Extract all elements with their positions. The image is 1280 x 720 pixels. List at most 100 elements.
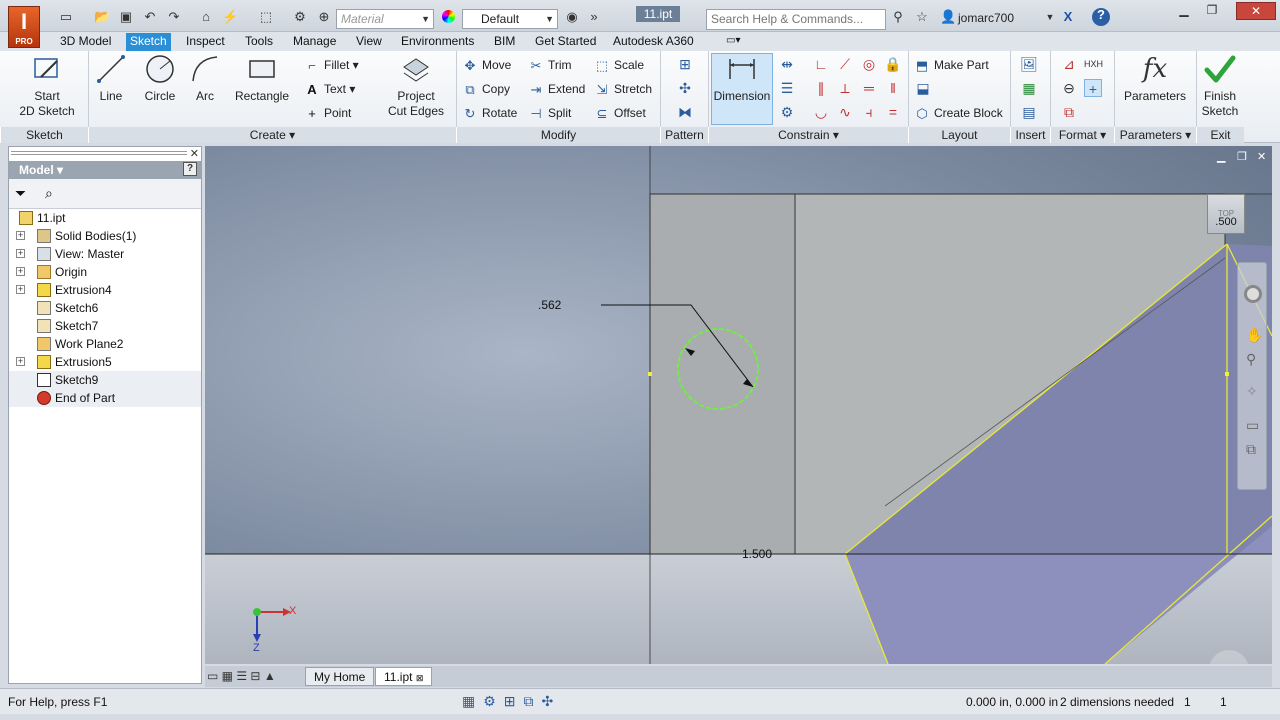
minimize-window-icon[interactable]: ▁ <box>1170 2 1198 20</box>
open-file-icon[interactable]: 📂 <box>94 10 110 24</box>
graphics-viewport[interactable]: .562 1.500 TOP .500 ▁ ❐ ✕ ✋ ⚲ ✧ ▭ ⧉ X Z <box>205 146 1272 664</box>
application-menu-button[interactable]: I PRO <box>8 6 40 48</box>
parameters-button[interactable]: fx Parameters <box>1122 53 1188 104</box>
tab-3d-model[interactable]: 3D Model <box>56 33 115 51</box>
split-button[interactable]: ⊣ Split <box>528 103 571 123</box>
help-icon[interactable]: ? <box>1092 8 1110 26</box>
steering-wheel-icon[interactable] <box>1244 285 1262 303</box>
tab-sketch[interactable]: Sketch <box>126 33 171 51</box>
search-input[interactable]: Search Help & Commands... <box>706 9 886 30</box>
ribbon-options-icon[interactable]: ▭▾ <box>722 33 744 51</box>
close-tab-icon[interactable]: ⊠ <box>416 673 424 683</box>
symmetric-constraint-icon[interactable]: ⫞ <box>860 103 878 121</box>
rectangular-pattern-icon[interactable]: ⊞ <box>676 55 694 73</box>
rotate-button[interactable]: ↻ Rotate <box>462 103 518 123</box>
tab-environments[interactable]: Environments <box>397 33 478 51</box>
tree-node-extrusion4[interactable]: + Extrusion4 <box>9 281 201 299</box>
expand-icon[interactable]: + <box>16 249 25 258</box>
acad-import-icon[interactable]: ▤ <box>1020 103 1038 121</box>
more-tools-icon[interactable]: » <box>586 10 602 24</box>
user-name[interactable]: jomarc700 <box>958 11 1014 25</box>
vertical-constraint-icon[interactable]: ‖ <box>884 79 902 97</box>
concentric-constraint-icon[interactable]: ◎ <box>860 55 878 73</box>
centerline-icon[interactable]: ⊖ <box>1060 79 1078 97</box>
expand-icon[interactable]: + <box>16 285 25 294</box>
panel-grip[interactable] <box>11 151 187 155</box>
group-label-insert[interactable]: Insert <box>1010 127 1050 143</box>
undo-icon[interactable]: ↶ <box>142 10 158 24</box>
viewport-restore-icon[interactable]: ❐ <box>1237 150 1247 163</box>
rectangle-button[interactable]: Rectangle <box>232 53 292 104</box>
make-part-button[interactable]: ⬒ Make Part <box>914 55 989 75</box>
tangent-constraint-icon[interactable]: ◡ <box>812 103 830 121</box>
format-dimension-icon[interactable]: HXH <box>1084 55 1103 73</box>
expand-icon[interactable]: + <box>16 267 25 276</box>
horizontal-dimension-label[interactable]: 1.500 <box>742 547 772 561</box>
save-icon[interactable]: ▣ <box>118 10 134 24</box>
tab-inspect[interactable]: Inspect <box>182 33 229 51</box>
appearance-dropdown[interactable]: Default ▼ <box>462 9 558 29</box>
create-block-button[interactable]: ⬡ Create Block <box>914 103 1002 123</box>
tile-views-icons[interactable]: ▭ ▦ ☰ ⊟ ▲ <box>207 669 276 683</box>
tree-root[interactable]: 11.ipt <box>9 209 201 227</box>
group-label-pattern[interactable]: Pattern <box>660 127 708 143</box>
fillet-button[interactable]: ⌐ Fillet ▾ <box>304 55 359 75</box>
measure-icon[interactable]: ⊕ <box>316 10 332 24</box>
finish-sketch-button[interactable]: Finish Sketch <box>1200 53 1240 119</box>
tree-node-sketch6[interactable]: Sketch6 <box>9 299 201 317</box>
point-button[interactable]: + Point <box>304 103 351 123</box>
group-label-constrain[interactable]: Constrain ▾ <box>708 127 908 143</box>
group-label-layout[interactable]: Layout <box>908 127 1010 143</box>
tab-autodesk-a360[interactable]: Autodesk A360 <box>609 33 698 51</box>
tab-get-started[interactable]: Get Started <box>531 33 600 51</box>
close-window-icon[interactable]: ✕ <box>1236 2 1276 20</box>
group-label-parameters[interactable]: Parameters ▾ <box>1114 127 1196 143</box>
stretch-button[interactable]: ⇲ Stretch <box>594 79 652 99</box>
view-face-icon[interactable]: ▭ <box>1246 417 1259 434</box>
orbit-icon[interactable]: ✧ <box>1246 383 1258 400</box>
show-constraints-icon[interactable]: ☰ <box>778 79 796 97</box>
navigation-options-icon[interactable]: ⧉ <box>1246 441 1256 458</box>
group-label-sketch[interactable]: Sketch <box>0 127 88 143</box>
tab-bim[interactable]: BIM <box>490 33 519 51</box>
trim-button[interactable]: ✂ Trim <box>528 55 572 75</box>
viewport-close-icon[interactable]: ✕ <box>1257 150 1266 163</box>
adjust-icon[interactable]: ⚙ <box>292 10 308 24</box>
insert-points-icon[interactable]: ▦ <box>1020 79 1038 97</box>
group-label-modify[interactable]: Modify <box>456 127 660 143</box>
home-icon[interactable]: ⌂ <box>198 10 214 24</box>
browser-header[interactable]: Model ▾ ? <box>9 161 201 179</box>
driven-dimension-icon[interactable]: ⧉ <box>1060 103 1078 121</box>
insert-image-icon[interactable]: 🖼 <box>1020 55 1038 73</box>
tree-node-extrusion5[interactable]: + Extrusion5 <box>9 353 201 371</box>
favorites-star-icon[interactable]: ☆ <box>914 10 930 24</box>
expand-icon[interactable]: + <box>16 357 25 366</box>
tree-node-origin[interactable]: + Origin <box>9 263 201 281</box>
expand-icon[interactable]: + <box>16 231 25 240</box>
perpendicular-constraint-icon[interactable]: ⟂ <box>836 79 854 97</box>
coincident-constraint-icon[interactable]: ∟ <box>812 55 830 73</box>
move-button[interactable]: ✥ Move <box>462 55 512 75</box>
start-2d-sketch-button[interactable]: Start 2D Sketch <box>14 53 80 119</box>
tree-node-sketch9[interactable]: Sketch9 <box>9 371 201 389</box>
fix-constraint-icon[interactable]: 🔒 <box>884 55 902 73</box>
filter-icon[interactable]: ⏷ <box>15 185 26 202</box>
mirror-icon[interactable]: ⧓ <box>676 103 694 121</box>
smooth-constraint-icon[interactable]: ∿ <box>836 103 854 121</box>
group-label-exit[interactable]: Exit <box>1196 127 1244 143</box>
diameter-dimension-label[interactable]: .562 <box>538 298 561 312</box>
doc-tab-my-home[interactable]: My Home <box>305 667 375 686</box>
update-icon[interactable]: ⚡ <box>222 10 238 24</box>
tab-view[interactable]: View <box>352 33 386 51</box>
scale-button[interactable]: ⬚ Scale <box>594 55 644 75</box>
center-point-icon[interactable]: + <box>1084 79 1102 97</box>
extend-button[interactable]: ⇥ Extend <box>528 79 586 99</box>
right-dimension-label[interactable]: .500 <box>1208 216 1244 228</box>
offset-button[interactable]: ⊆ Offset <box>594 103 646 123</box>
tab-manage[interactable]: Manage <box>289 33 340 51</box>
constraint-settings-icon[interactable]: ⚙ <box>778 103 796 121</box>
arc-button[interactable]: Arc <box>188 53 222 104</box>
doc-tab-11-ipt[interactable]: 11.ipt ⊠ <box>375 667 433 686</box>
viewcube[interactable]: TOP .500 <box>1207 194 1245 234</box>
search-icon[interactable]: ⚲ <box>890 10 906 24</box>
